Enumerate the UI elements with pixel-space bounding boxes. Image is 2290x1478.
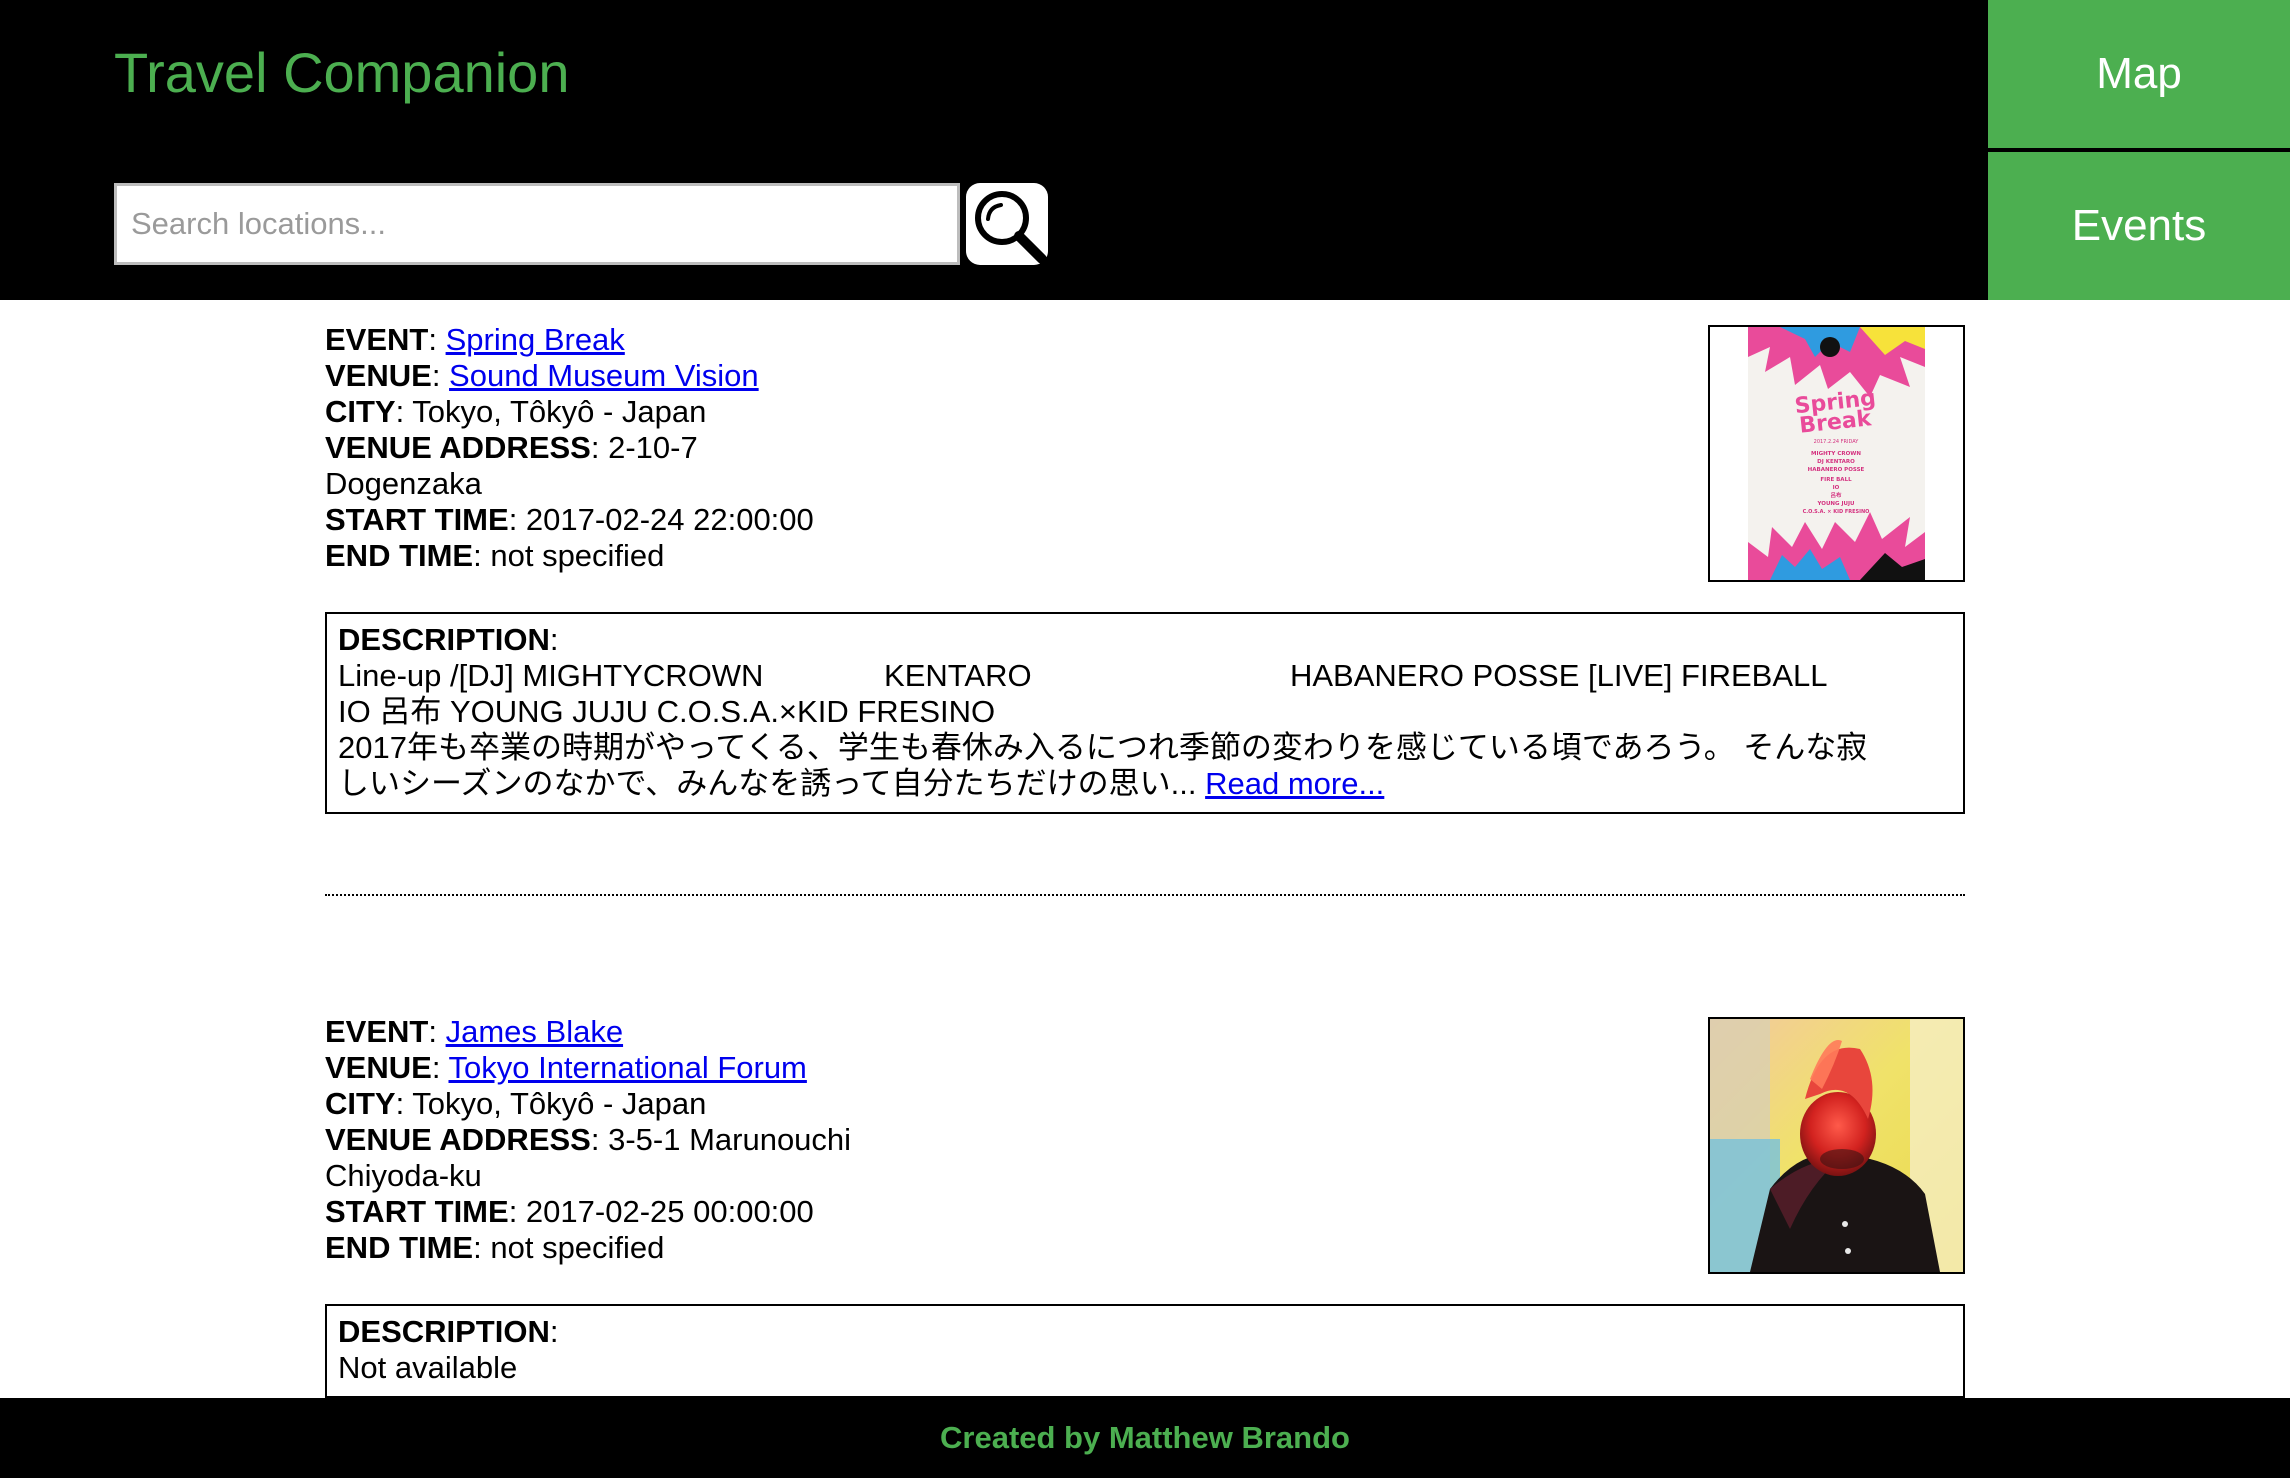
end-time-label: END TIME — [325, 538, 474, 573]
description-line-last: しいシーズンのなかで、みんなを誘って自分たちだけの思い... Read more… — [338, 766, 1953, 802]
poster-line: HABANERO POSSE — [1808, 467, 1865, 473]
city-label: CITY — [325, 394, 396, 429]
app-footer: Created by Matthew Brando — [0, 1398, 2290, 1478]
city-value: Tokyo, Tôkyô - Japan — [412, 1086, 707, 1121]
artist-photo — [1710, 1019, 1963, 1272]
read-more-link[interactable]: Read more... — [1205, 766, 1384, 801]
footer-credit: Created by Matthew Brando — [940, 1420, 1350, 1455]
event-card: EVENT: James Blake VENUE: Tokyo Internat… — [325, 1014, 1965, 1398]
address-label: VENUE ADDRESS — [325, 1122, 591, 1157]
event-divider — [325, 894, 1965, 896]
address-line1: 3-5-1 Marunouchi — [608, 1122, 852, 1157]
venue-label: VENUE — [325, 1050, 432, 1085]
main-nav: Map Events — [1988, 0, 2290, 300]
event-description: DESCRIPTION: Line-up /[DJ] MIGHTYCROWN K… — [325, 612, 1965, 814]
nav-map-button[interactable]: Map — [1988, 0, 2290, 148]
description-label: DESCRIPTION — [338, 622, 550, 657]
event-label: EVENT — [325, 1014, 429, 1049]
start-time-label: START TIME — [325, 502, 509, 537]
end-time-value: not specified — [490, 1230, 665, 1265]
search-button[interactable] — [966, 183, 1048, 265]
event-card: EVENT: Spring Break VENUE: Sound Museum … — [325, 322, 1965, 814]
description-line: IO 呂布 YOUNG JUJU C.O.S.A.×KID FRESINO — [338, 694, 996, 729]
search-input[interactable] — [114, 183, 960, 265]
poster-date: 2017.2.24 FRIDAY — [1814, 439, 1860, 445]
end-time-label: END TIME — [325, 1230, 474, 1265]
poster-line: IO — [1833, 485, 1840, 491]
poster-line: 呂布 — [1830, 491, 1842, 499]
city-label: CITY — [325, 1086, 396, 1121]
event-name-link[interactable]: James Blake — [446, 1014, 623, 1049]
poster-line: DJ KENTARO — [1817, 459, 1855, 465]
magnifier-icon — [975, 191, 1047, 264]
start-time-value: 2017-02-25 00:00:00 — [525, 1194, 814, 1229]
poster-line: C.O.S.A. × KID FRESINO — [1803, 509, 1870, 515]
address-line1: 2-10-7 — [608, 430, 698, 465]
spring-break-poster: Spring Break 2017.2.24 FRIDAY MIGHTY CRO… — [1710, 327, 1963, 580]
event-label: EVENT — [325, 322, 429, 357]
poster-line: MIGHTY CROWN — [1811, 451, 1861, 457]
venue-link[interactable]: Sound Museum Vision — [449, 358, 759, 393]
poster-line: FIRE BALL — [1820, 477, 1852, 483]
description-text: しいシーズンのなかで、みんなを誘って自分たちだけの思い... — [338, 766, 1206, 801]
description-text: Not available — [338, 1350, 518, 1385]
event-name-link[interactable]: Spring Break — [446, 322, 625, 357]
poster-line: YOUNG JUJU — [1817, 501, 1855, 507]
event-description: DESCRIPTION: Not available — [325, 1304, 1965, 1398]
end-time-value: not specified — [490, 538, 665, 573]
event-list: EVENT: Spring Break VENUE: Sound Museum … — [0, 300, 2290, 1398]
address-label: VENUE ADDRESS — [325, 430, 591, 465]
description-label: DESCRIPTION — [338, 1314, 550, 1349]
nav-events-button[interactable]: Events — [1988, 152, 2290, 300]
app-title: Travel Companion — [114, 41, 570, 104]
description-line: Line-up /[DJ] MIGHTYCROWN KENTARO HABANE… — [338, 658, 1828, 693]
start-time-label: START TIME — [325, 1194, 509, 1229]
event-thumbnail[interactable]: Spring Break 2017.2.24 FRIDAY MIGHTY CRO… — [1708, 325, 1965, 582]
start-time-value: 2017-02-24 22:00:00 — [525, 502, 814, 537]
event-thumbnail[interactable] — [1708, 1017, 1965, 1274]
app-header: Travel Companion — [0, 0, 1988, 300]
description-line: 2017年も卒業の時期がやってくる、学生も春休み入るにつれ季節の変わりを感じてい… — [338, 730, 1868, 765]
venue-label: VENUE — [325, 358, 432, 393]
venue-link[interactable]: Tokyo International Forum — [448, 1050, 806, 1085]
city-value: Tokyo, Tôkyô - Japan — [412, 394, 707, 429]
